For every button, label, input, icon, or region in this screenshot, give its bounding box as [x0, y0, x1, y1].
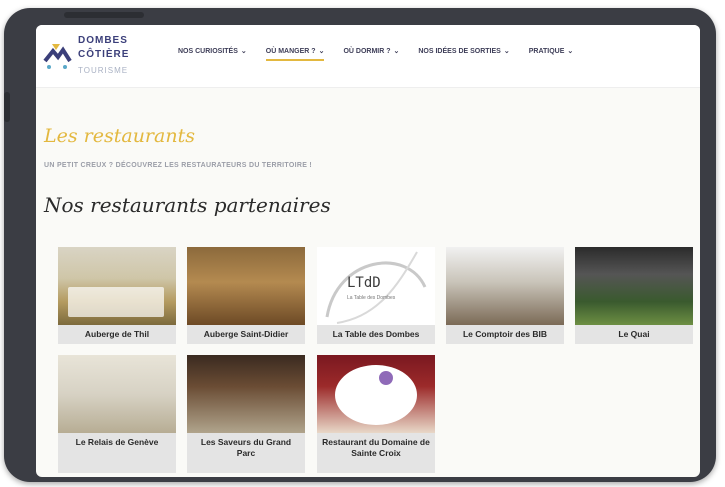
- chevron-down-icon: ⌄: [503, 48, 510, 55]
- nav-item-idees-sorties[interactable]: NOS IDÉES DE SORTIES ⌄: [418, 47, 509, 61]
- nav-item-curiosites[interactable]: NOS CURIOSITÉS ⌄: [178, 47, 247, 61]
- restaurant-photo: [575, 247, 693, 325]
- photo-table-detail: [68, 287, 164, 317]
- restaurant-name: Le Quai: [618, 329, 650, 339]
- page-title: Les restaurants: [44, 125, 195, 147]
- tdd-logo-text: LTdD: [347, 275, 381, 291]
- restaurant-logo-image: LTdD La Table des Dombes: [317, 247, 435, 325]
- restaurant-name: Le Comptoir des BIB: [462, 329, 548, 339]
- restaurant-name: La Table des Dombes: [332, 329, 420, 339]
- chevron-down-icon: ⌄: [240, 48, 247, 55]
- restaurant-card-la-table-des-dombes[interactable]: LTdD La Table des Dombes La Table des Do…: [317, 247, 435, 344]
- restaurant-card-le-quai[interactable]: Le Quai: [575, 247, 693, 344]
- power-button: [64, 12, 144, 18]
- restaurant-name: Auberge Saint-Didier: [203, 329, 289, 339]
- site-header: DOMBES CÔTIÈRE TOURISME NOS CURIOSITÉS ⌄ …: [36, 25, 700, 88]
- restaurant-photo: [187, 355, 305, 433]
- chevron-down-icon: ⌄: [318, 48, 325, 55]
- logo-line-3: TOURISME: [78, 66, 129, 75]
- logo-mark-icon: [43, 44, 72, 69]
- nav-item-ou-manger[interactable]: OÙ MANGER ? ⌄: [265, 47, 325, 61]
- restaurant-name: Auberge de Thil: [84, 329, 150, 339]
- restaurant-card-les-saveurs-du-grand-parc[interactable]: Les Saveurs du Grand Parc: [187, 355, 305, 473]
- site-logo[interactable]: DOMBES CÔTIÈRE TOURISME: [42, 33, 152, 79]
- restaurant-name: Le Relais de Genève: [75, 437, 159, 447]
- main-nav: NOS CURIOSITÉS ⌄ OÙ MANGER ? ⌄ OÙ DORMIR ?…: [178, 47, 592, 61]
- restaurant-photo: [446, 247, 564, 325]
- browser-screen: DOMBES CÔTIÈRE TOURISME NOS CURIOSITÉS ⌄ …: [36, 25, 700, 477]
- logo-line-2: CÔTIÈRE: [78, 49, 130, 60]
- photo-flower-detail: [379, 371, 393, 385]
- restaurant-name: Les Saveurs du Grand Parc: [200, 437, 292, 458]
- restaurant-card-auberge-de-thil[interactable]: Auberge de Thil: [58, 247, 176, 344]
- tablet-frame: DOMBES CÔTIÈRE TOURISME NOS CURIOSITÉS ⌄ …: [4, 8, 716, 482]
- restaurant-name: Restaurant du Domaine de Sainte Croix: [322, 437, 430, 458]
- tdd-logo-subtext: La Table des Dombes: [347, 295, 396, 301]
- restaurant-photo: [58, 355, 176, 433]
- nav-item-pratique[interactable]: PRATIQUE ⌄: [529, 47, 574, 61]
- restaurant-card-domaine-de-sainte-croix[interactable]: Restaurant du Domaine de Sainte Croix: [317, 355, 435, 473]
- chevron-down-icon: ⌄: [393, 48, 400, 55]
- restaurant-photo: [58, 247, 176, 325]
- restaurant-photo: [317, 355, 435, 433]
- restaurant-card-auberge-saint-didier[interactable]: Auberge Saint-Didier: [187, 247, 305, 344]
- photo-plate-detail: [335, 365, 417, 425]
- volume-button: [4, 92, 10, 122]
- restaurant-photo: [187, 247, 305, 325]
- restaurant-card-le-comptoir-des-bib[interactable]: Le Comptoir des BIB: [446, 247, 564, 344]
- section-title: Nos restaurants partenaires: [44, 193, 331, 217]
- restaurant-card-le-relais-de-geneve[interactable]: Le Relais de Genève: [58, 355, 176, 473]
- logo-line-1: DOMBES: [78, 35, 128, 46]
- page-subtitle: UN PETIT CREUX ? DÉCOUVREZ LES RESTAURAT…: [44, 162, 313, 169]
- nav-item-ou-dormir[interactable]: OÙ DORMIR ? ⌄: [343, 47, 399, 61]
- chevron-down-icon: ⌄: [567, 48, 574, 55]
